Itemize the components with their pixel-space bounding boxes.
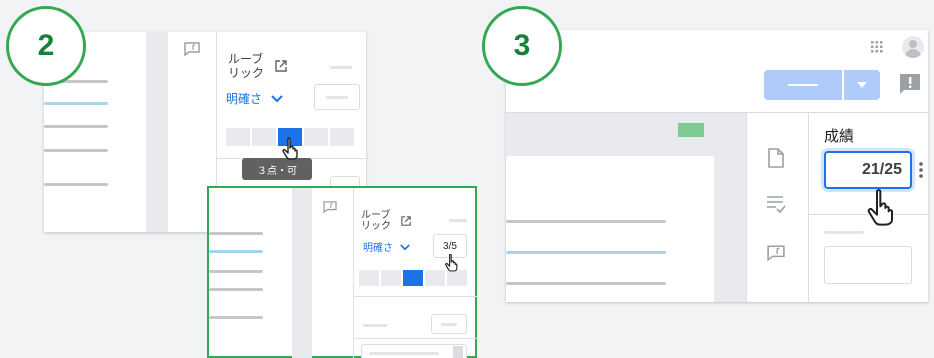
criterion-dropdown[interactable]: 明確さ [363,242,393,255]
feedback-icon[interactable] [898,72,922,96]
document-line [209,270,263,273]
document-page [506,156,714,302]
rating-cell-3-selected[interactable] [403,270,423,286]
more-vert-icon[interactable] [916,158,926,182]
panel-2-detail-window: ルーブリック 明確さ 3/5 [207,186,477,358]
rating-cell-1[interactable] [226,128,250,146]
document-line-selected [44,102,108,105]
rating-cell-4[interactable] [304,128,328,146]
rubric-label: ルーブリック [228,52,265,80]
open-in-new-icon[interactable] [274,59,288,73]
rubric-list-icon[interactable] [764,193,788,215]
panel-3-window: 成績 21/25 [506,30,928,302]
rating-cell-5[interactable] [330,128,354,146]
hand-cursor-icon [862,186,902,230]
hand-cursor-icon [279,136,303,162]
rating-cell-2[interactable] [252,128,276,146]
chevron-down-icon[interactable] [270,92,284,106]
private-comment-box[interactable] [824,246,912,284]
page-gutter [292,188,312,358]
step-number-badge: 3 [482,6,562,86]
step-number-badge: 2 [6,6,86,86]
rating-cell-2[interactable] [381,270,401,286]
hand-cursor-icon [442,252,462,274]
document-line [209,316,263,319]
rubric-label: ルーブリック [361,210,391,232]
grade-input[interactable]: 21/25 [824,151,912,189]
account-avatar[interactable] [902,36,924,58]
file-icon[interactable] [766,146,786,170]
comment-icon[interactable] [182,40,202,58]
document-line [209,288,263,291]
document-line [506,282,666,285]
document-line [506,220,666,223]
document-line-selected [506,251,666,254]
apps-grid-icon[interactable] [868,38,886,56]
document-line [209,232,263,235]
comment-box[interactable] [361,344,467,358]
criterion-dropdown[interactable]: 明確さ [226,93,262,106]
step-number: 2 [37,29,55,62]
step-number: 3 [513,29,531,62]
grade-label: 成績 [824,128,855,145]
comment-icon[interactable] [766,244,786,262]
document-line [44,125,108,128]
rating-cell-1[interactable] [359,270,379,286]
grade-value: 21/25 [861,161,902,178]
document-line-selected [209,250,263,253]
score-value: 3/5 [443,240,457,252]
chevron-down-icon[interactable] [399,241,411,253]
return-dropdown-button[interactable] [844,70,880,100]
open-in-new-icon[interactable] [400,215,412,227]
document-line [44,183,108,186]
page-gutter [146,32,168,232]
rating-tooltip-text: ３点・可 [257,165,297,177]
document-line [44,149,108,152]
comment-icon[interactable] [321,199,339,215]
document-highlight [678,123,704,137]
